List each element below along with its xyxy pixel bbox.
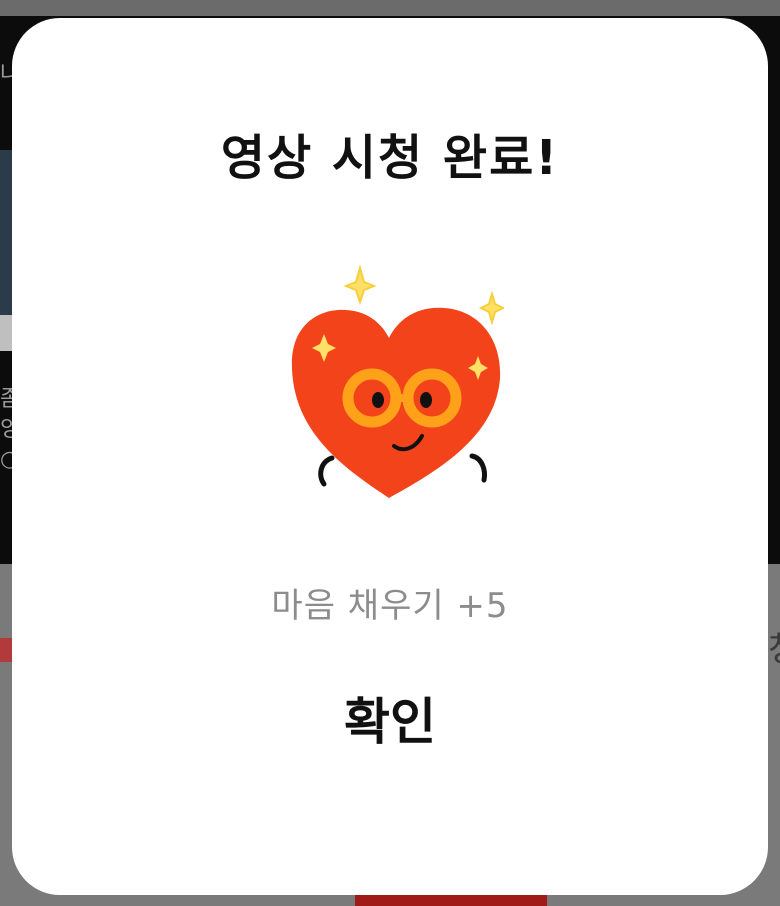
sparkle-icon <box>343 264 377 306</box>
background-left-text-lower: 좀 잉 ○ <box>0 387 12 472</box>
reward-dialog: 영상 시청 완료! 마음 채우기 +5 확인 <box>12 18 768 895</box>
dialog-title: 영상 시청 완료! <box>220 130 560 186</box>
reward-text: 마음 채우기 +5 <box>271 586 509 626</box>
background-left-text: 나 <box>0 62 12 87</box>
heart-with-glasses-icon <box>274 248 506 498</box>
screen: 나 좀 잉 ○ 청 영상 시청 완료! <box>0 0 780 906</box>
background-chip <box>0 315 12 351</box>
background-status-bar <box>0 0 780 16</box>
background-right-text: 청 <box>768 630 780 670</box>
confirm-button[interactable]: 확인 <box>292 678 488 758</box>
background-red-strip <box>0 638 12 662</box>
sparkle-icon <box>478 290 506 326</box>
